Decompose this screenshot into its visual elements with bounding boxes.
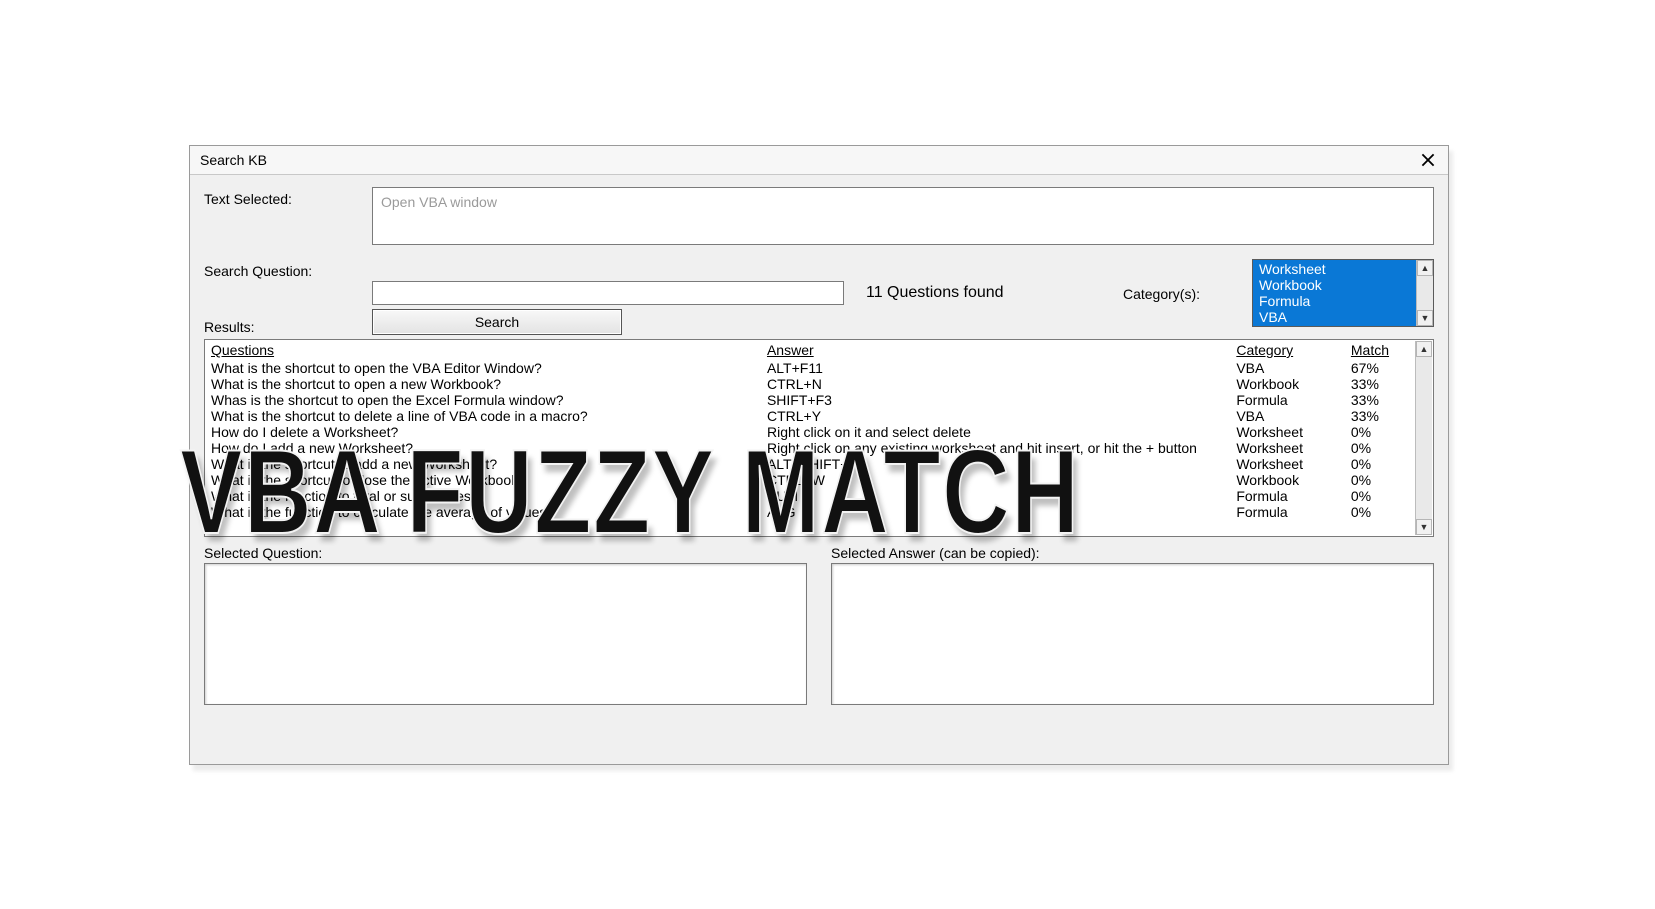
table-row[interactable]: What is the shortcut to close the Active… — [205, 472, 1415, 488]
categories-scrollbar[interactable]: ▲ ▼ — [1416, 260, 1433, 326]
scroll-down-icon[interactable]: ▼ — [1416, 519, 1432, 535]
col-header-match[interactable]: Match — [1345, 340, 1415, 360]
selected-question-label: Selected Question: — [204, 545, 807, 561]
table-row[interactable]: What is the shortcut to delete a line of… — [205, 408, 1415, 424]
selected-question-box[interactable] — [204, 563, 807, 705]
scroll-up-icon[interactable]: ▲ — [1416, 341, 1432, 357]
col-header-category[interactable]: Category — [1230, 340, 1345, 360]
categories-listbox[interactable]: WorksheetWorkbookFormulaVBA — [1252, 259, 1434, 327]
results-listbox[interactable]: Questions Answer Category Match What is … — [204, 339, 1434, 537]
text-selected-box[interactable]: Open VBA window — [372, 187, 1434, 245]
table-row[interactable]: How do I add a new Worksheet?Right click… — [205, 440, 1415, 456]
search-kb-dialog: Search KB Text Selected: Open VBA window… — [189, 145, 1449, 765]
col-header-question[interactable]: Questions — [205, 340, 761, 360]
selected-answer-box[interactable] — [831, 563, 1434, 705]
window-title: Search KB — [200, 146, 1408, 174]
table-row[interactable]: What is the function to calculate the av… — [205, 504, 1415, 520]
questions-found-label: 11 Questions found — [866, 284, 1004, 302]
categories-label: Category(s): — [1123, 284, 1200, 302]
table-row[interactable]: What is the shortcut to open the VBA Edi… — [205, 360, 1415, 376]
titlebar: Search KB — [190, 146, 1448, 175]
scroll-down-icon[interactable]: ▼ — [1417, 310, 1433, 326]
table-row[interactable]: What is the shortcut to add a new Worksh… — [205, 456, 1415, 472]
text-selected-label: Text Selected: — [204, 187, 372, 207]
search-button[interactable]: Search — [372, 309, 622, 335]
table-row[interactable]: What is the function to total or sum val… — [205, 488, 1415, 504]
table-row[interactable]: What is the shortcut to open a new Workb… — [205, 376, 1415, 392]
category-item[interactable]: Workbook — [1257, 277, 1415, 293]
category-item[interactable]: Worksheet — [1257, 261, 1415, 277]
search-question-input[interactable] — [372, 281, 844, 305]
results-label: Results: — [204, 299, 372, 335]
selected-answer-label: Selected Answer (can be copied): — [831, 545, 1434, 561]
scroll-up-icon[interactable]: ▲ — [1417, 260, 1433, 276]
close-button[interactable] — [1408, 146, 1448, 174]
category-item[interactable]: VBA — [1257, 309, 1415, 325]
results-scrollbar[interactable]: ▲ ▼ — [1415, 341, 1432, 535]
close-icon — [1421, 153, 1435, 167]
col-header-answer[interactable]: Answer — [761, 340, 1230, 360]
table-row[interactable]: How do I delete a Worksheet?Right click … — [205, 424, 1415, 440]
table-row[interactable]: Whas is the shortcut to open the Excel F… — [205, 392, 1415, 408]
category-item[interactable]: Formula — [1257, 293, 1415, 309]
search-question-label: Search Question: — [204, 259, 372, 279]
